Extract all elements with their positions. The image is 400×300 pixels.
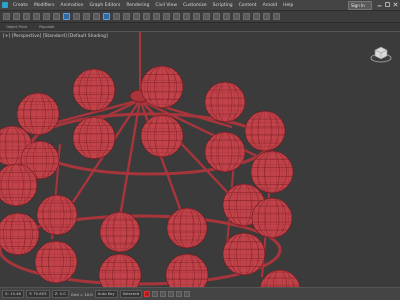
app-logo-icon[interactable] (2, 2, 8, 8)
curve-editor-icon[interactable] (223, 13, 230, 20)
glass-sphere (0, 212, 40, 256)
scale-icon[interactable] (123, 13, 130, 20)
percent-snap-icon[interactable] (183, 13, 190, 20)
ribbon-tab-object-paint[interactable]: Object Paint (6, 25, 27, 29)
glass-sphere (36, 194, 78, 236)
bind-space-warp-icon[interactable] (43, 13, 50, 20)
menu-help[interactable]: Help (280, 3, 296, 8)
play-icon[interactable] (160, 291, 167, 297)
pan-icon[interactable] (176, 291, 183, 297)
glass-sphere (98, 253, 142, 287)
ribbon-bar: Object Paint Populate (0, 22, 400, 31)
zoom-extents-icon[interactable] (184, 291, 191, 297)
status-bar: X: 15.48 Y: 70.803 Z: 0.0 Grid = 10.0 Au… (0, 288, 400, 300)
auto-key-button[interactable]: Auto Key (94, 290, 118, 298)
menu-scripting[interactable]: Scripting (210, 3, 236, 8)
perspective-viewport[interactable]: [+] [Perspective] [Standard] [Default Sh… (0, 31, 400, 288)
menu-create[interactable]: Create (10, 3, 31, 8)
select-object-icon[interactable] (63, 13, 70, 20)
glass-sphere (244, 110, 286, 152)
render-icon[interactable] (273, 13, 280, 20)
selected-dropdown[interactable]: Selected (119, 290, 143, 298)
glass-sphere (251, 197, 293, 239)
select-by-name-icon[interactable] (73, 13, 80, 20)
rotate-icon[interactable] (113, 13, 120, 20)
main-toolbar (0, 10, 400, 22)
snaps-toggle-icon[interactable] (163, 13, 170, 20)
window-crossing-icon[interactable] (93, 13, 100, 20)
menu-arnold[interactable]: Arnold (260, 3, 281, 8)
menu-rendering[interactable]: Rendering (123, 3, 152, 8)
unlink-icon[interactable] (33, 13, 40, 20)
layer-explorer-icon[interactable] (213, 13, 220, 20)
material-editor-icon[interactable] (243, 13, 250, 20)
glass-sphere (166, 207, 208, 249)
glass-sphere (165, 253, 209, 287)
glass-sphere (204, 131, 246, 173)
render-frame-icon[interactable] (263, 13, 270, 20)
set-key-icon[interactable] (144, 291, 151, 297)
minimize-icon[interactable] (377, 2, 382, 7)
glass-sphere (204, 81, 246, 123)
glass-sphere (140, 114, 184, 158)
link-icon[interactable] (23, 13, 30, 20)
rectangular-selection-icon[interactable] (83, 13, 90, 20)
glass-sphere (34, 240, 78, 284)
go-to-end-icon[interactable] (168, 291, 175, 297)
glass-sphere (259, 269, 301, 287)
go-to-start-icon[interactable] (152, 291, 159, 297)
glass-sphere (140, 65, 184, 109)
redo-icon[interactable] (13, 13, 20, 20)
glass-sphere (99, 211, 141, 253)
coord-y[interactable]: Y: 70.803 (25, 290, 50, 298)
maximize-icon[interactable] (385, 2, 390, 7)
glass-sphere (72, 68, 116, 112)
menu-content[interactable]: Content (236, 3, 260, 8)
reference-coordinate-icon[interactable] (143, 13, 150, 20)
pivot-center-icon[interactable] (153, 13, 160, 20)
schematic-view-icon[interactable] (233, 13, 240, 20)
placement-icon[interactable] (133, 13, 140, 20)
chandelier-scene (0, 32, 301, 287)
ribbon-tab-populate[interactable]: Populate (39, 25, 54, 29)
glass-sphere (222, 232, 266, 276)
frame-arm (118, 99, 142, 218)
angle-snap-icon[interactable] (173, 13, 180, 20)
undo-icon[interactable] (3, 13, 10, 20)
glass-spheres (0, 65, 301, 287)
coord-z[interactable]: Z: 0.0 (51, 290, 69, 298)
move-icon[interactable] (103, 13, 110, 20)
mirror-icon[interactable] (193, 13, 200, 20)
glass-sphere (16, 92, 60, 136)
align-icon[interactable] (203, 13, 210, 20)
menu-civil-view[interactable]: Civil View (152, 3, 180, 8)
menu-customize[interactable]: Customize (180, 3, 210, 8)
selection-filter-icon[interactable] (53, 13, 60, 20)
menu-bar: Create Modifiers Animation Graph Editors… (0, 0, 400, 10)
grid-readout: Grid = 10.0 (70, 291, 93, 297)
menu-animation[interactable]: Animation (58, 3, 87, 8)
menu-graph-editors[interactable]: Graph Editors (86, 3, 123, 8)
close-icon[interactable] (393, 2, 398, 7)
render-setup-icon[interactable] (253, 13, 260, 20)
glass-sphere (250, 150, 294, 194)
coord-x[interactable]: X: 15.48 (2, 290, 24, 298)
menu-modifiers[interactable]: Modifiers (31, 3, 58, 8)
sign-in-button[interactable]: Sign In (348, 1, 372, 10)
glass-sphere (72, 116, 116, 160)
